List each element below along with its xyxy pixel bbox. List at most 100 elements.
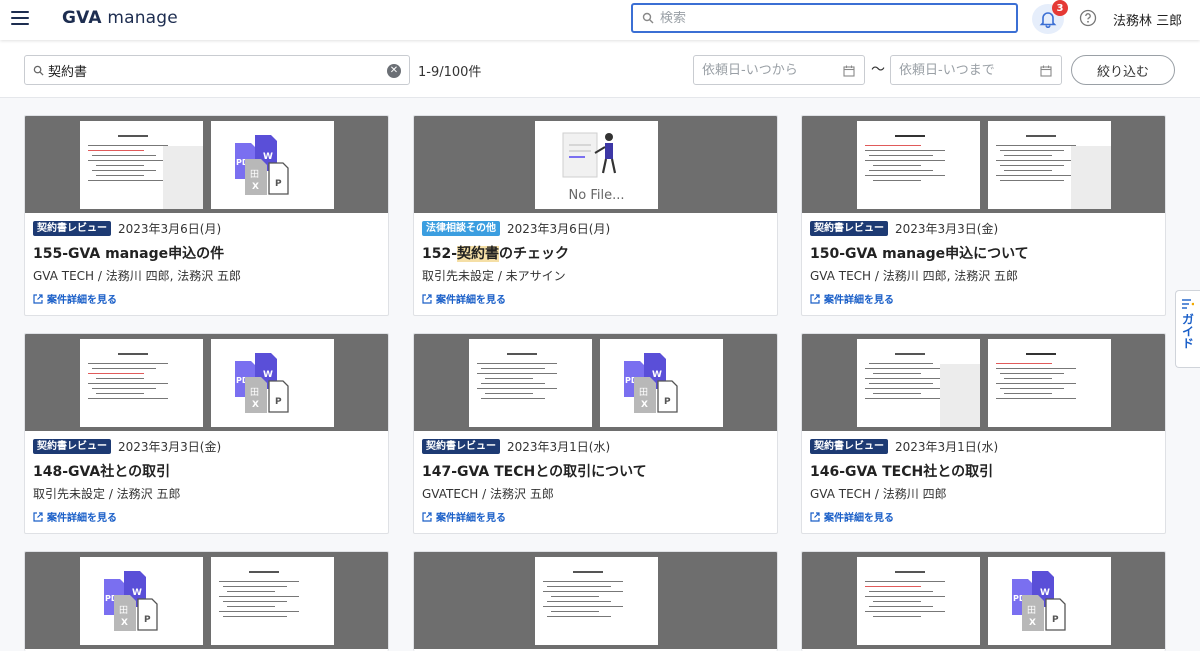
sheet-icon-label: 田: [250, 387, 259, 398]
excel-file-icon: 田X: [634, 377, 656, 413]
word-icon-label: W: [263, 152, 273, 162]
help-icon[interactable]: [1079, 9, 1097, 27]
category-badge: 法律相談その他: [422, 220, 500, 236]
external-link-icon: [33, 293, 43, 304]
case-card[interactable]: PDF W 田X P: [801, 551, 1166, 651]
search-icon: [33, 65, 44, 76]
range-separator: 〜: [871, 62, 885, 78]
date-from-input[interactable]: [702, 62, 832, 78]
file-type-icons: PDF W 田X P: [80, 557, 203, 645]
case-title: 146-GVA TECH社との取引: [810, 464, 994, 480]
external-link-icon: [810, 293, 820, 304]
plain-file-icon: P: [268, 380, 289, 413]
excel-file-icon: 田X: [245, 159, 267, 195]
request-date: 2023年3月6日(月): [118, 221, 222, 236]
case-card[interactable]: PDF W 田X P 契約書レビュー 2023年3月3日(金) 148-GVA社と…: [24, 333, 389, 534]
category-badge: 契約書レビュー: [422, 438, 500, 454]
card-thumbnail: PDF W 田X P: [25, 116, 388, 213]
document-preview: [535, 557, 658, 645]
case-parties: 取引先未設定 / 法務沢 五郎: [33, 487, 181, 501]
document-preview: [988, 339, 1111, 427]
case-title: 147-GVA TECHとの取引について: [422, 464, 647, 480]
guide-tab[interactable]: ガイド: [1175, 290, 1200, 368]
case-detail-link[interactable]: 案件詳細を見る: [33, 291, 380, 306]
request-date: 2023年3月3日(金): [895, 221, 999, 236]
case-title: 150-GVA manage申込について: [810, 246, 1029, 262]
date-to-input[interactable]: [899, 62, 1029, 78]
guide-label: ガイド: [1180, 313, 1195, 349]
document-preview: [211, 557, 334, 645]
user-menu[interactable]: 法務林 三郎: [1113, 10, 1182, 29]
case-card[interactable]: 契約書レビュー 2023年3月3日(金) 150-GVA manage申込について…: [801, 115, 1166, 316]
search-highlight: 契約書: [457, 246, 500, 262]
case-detail-link[interactable]: 案件詳細を見る: [810, 509, 1157, 524]
plain-icon-label: P: [275, 397, 282, 407]
app-logo[interactable]: GVA manage: [62, 8, 178, 28]
no-file-label: No File...: [568, 188, 625, 203]
notifications-button[interactable]: 3: [1032, 0, 1068, 34]
case-parties: GVA TECH / 法務川 四郎, 法務沢 五郎: [33, 269, 242, 283]
keyword-search-field[interactable]: ✕: [24, 55, 410, 85]
global-search-input[interactable]: [660, 10, 1000, 26]
plain-icon-label: P: [1052, 615, 1059, 625]
excel-icon-label: X: [252, 400, 259, 410]
category-badge: 契約書レビュー: [810, 438, 888, 454]
apply-filter-button[interactable]: 絞り込む: [1071, 55, 1175, 85]
request-date: 2023年3月1日(水): [895, 439, 999, 454]
sheet-icon-label: 田: [1027, 605, 1036, 616]
no-file-preview: No File...: [535, 121, 658, 209]
clear-icon[interactable]: ✕: [387, 64, 401, 78]
excel-file-icon: 田X: [245, 377, 267, 413]
excel-file-icon: 田X: [1022, 595, 1044, 631]
card-thumbnail: No File...: [414, 116, 777, 213]
case-card[interactable]: No File... 法律相談その他 2023年3月6日(月) 152-契約書のチ…: [413, 115, 778, 316]
plain-icon-label: P: [275, 179, 282, 189]
plain-file-icon: P: [137, 598, 158, 631]
file-type-icons: PDF W 田X P: [600, 339, 723, 427]
case-parties: GVATECH / 法務沢 五郎: [422, 487, 554, 501]
global-search-field[interactable]: [631, 3, 1018, 33]
case-title: 155-GVA manage申込の件: [33, 246, 225, 262]
case-card[interactable]: [413, 551, 778, 651]
menu-icon[interactable]: [11, 11, 29, 25]
case-title: 148-GVA社との取引: [33, 464, 171, 480]
sheet-icon-label: 田: [119, 605, 128, 616]
excel-icon-label: X: [641, 400, 648, 410]
case-detail-link[interactable]: 案件詳細を見る: [810, 291, 1157, 306]
keyword-search-input[interactable]: [48, 62, 368, 78]
category-badge: 契約書レビュー: [33, 220, 111, 236]
case-card[interactable]: PDF W 田X P: [24, 551, 389, 651]
date-to-field[interactable]: [890, 55, 1062, 85]
word-icon-label: W: [263, 370, 273, 380]
card-thumbnail: [802, 334, 1165, 431]
date-from-field[interactable]: [693, 55, 865, 85]
list-icon: [1182, 299, 1194, 309]
document-preview: [857, 121, 980, 209]
plain-file-icon: P: [1045, 598, 1066, 631]
case-detail-link[interactable]: 案件詳細を見る: [33, 509, 380, 524]
document-preview: [988, 121, 1111, 209]
request-date: 2023年3月3日(金): [118, 439, 222, 454]
request-date: 2023年3月6日(月): [507, 221, 611, 236]
calendar-icon[interactable]: [1040, 65, 1052, 77]
search-icon: [642, 12, 654, 24]
excel-file-icon: 田X: [114, 595, 136, 631]
case-card[interactable]: PDF W 田X P 契約書レビュー 2023年3月6日(月) 155-GVA m…: [24, 115, 389, 316]
word-icon-label: W: [132, 588, 142, 598]
document-preview: [857, 339, 980, 427]
card-thumbnail: [414, 552, 777, 649]
case-detail-link[interactable]: 案件詳細を見る: [422, 509, 769, 524]
case-card[interactable]: 契約書レビュー 2023年3月1日(水) 146-GVA TECH社との取引 GV…: [801, 333, 1166, 534]
plain-file-icon: P: [657, 380, 678, 413]
case-parties: GVA TECH / 法務川 四郎: [810, 487, 947, 501]
case-card[interactable]: PDF W 田X P 契約書レビュー 2023年3月1日(水) 147-GVA T…: [413, 333, 778, 534]
card-thumbnail: PDF W 田X P: [414, 334, 777, 431]
case-detail-link[interactable]: 案件詳細を見る: [422, 291, 769, 306]
excel-icon-label: X: [252, 182, 259, 192]
external-link-icon: [810, 511, 820, 522]
document-preview: [80, 121, 203, 209]
card-thumbnail: PDF W 田X P: [802, 552, 1165, 649]
plain-icon-label: P: [664, 397, 671, 407]
calendar-icon[interactable]: [843, 65, 855, 77]
case-title: 152-契約書のチェック: [422, 246, 570, 262]
